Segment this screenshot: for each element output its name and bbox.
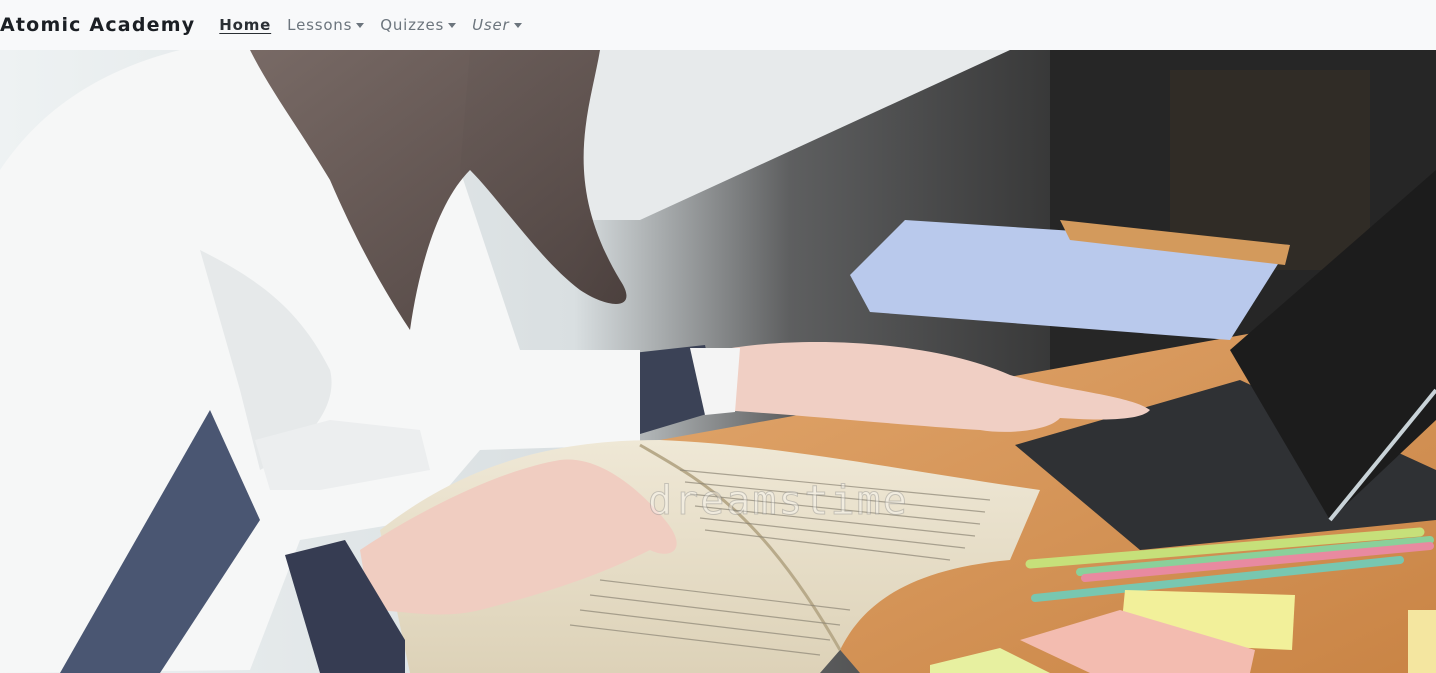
brand-logo[interactable]: Atomic Academy <box>0 14 195 36</box>
caret-down-icon <box>448 23 457 28</box>
hero-banner-image: dreamstime <box>0 50 1436 673</box>
nav-user-dropdown[interactable]: User <box>472 16 522 34</box>
nav-home-link[interactable]: Home <box>219 16 271 34</box>
top-navbar: Atomic Academy Home Lessons Quizzes User <box>0 0 1436 50</box>
nav-user-label: User <box>472 16 510 34</box>
nav-home-label: Home <box>219 16 272 34</box>
nav-lessons-dropdown[interactable]: Lessons <box>287 16 365 34</box>
hero-photo-illustration <box>0 50 1436 673</box>
nav-quizzes-label: Quizzes <box>380 16 445 34</box>
caret-down-icon <box>356 23 365 28</box>
nav-lessons-label: Lessons <box>287 16 353 34</box>
nav-quizzes-dropdown[interactable]: Quizzes <box>380 16 457 34</box>
caret-down-icon <box>513 23 522 28</box>
stock-watermark: dreamstime <box>648 478 909 525</box>
